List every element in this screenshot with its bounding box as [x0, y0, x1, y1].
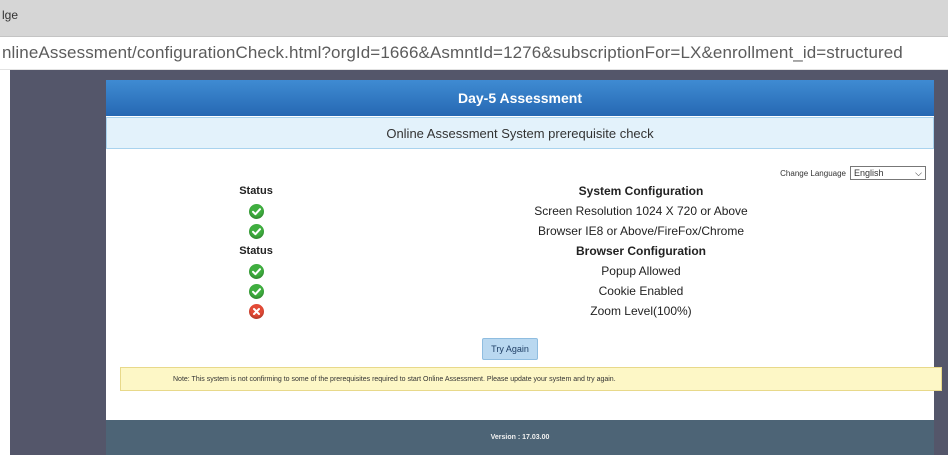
status-cell [206, 201, 306, 221]
url-text[interactable]: nlineAssessment/configurationCheck.html?… [2, 43, 903, 63]
system-header-row: Status System Configuration [106, 181, 934, 201]
section-heading-label: Browser Configuration [575, 244, 706, 258]
check-row-zoom: Zoom Level(100%) [106, 301, 934, 321]
check-label: Popup Allowed [601, 264, 681, 278]
check-label: Browser IE8 or Above/FireFox/Chrome [537, 224, 745, 238]
page-subtitle: Online Assessment System prerequisite ch… [106, 117, 934, 149]
check-row-cookie: Cookie Enabled [106, 281, 934, 301]
status-cell [206, 261, 306, 281]
check-row-browser-version: Browser IE8 or Above/FireFox/Chrome [106, 221, 934, 241]
address-bar[interactable]: nlineAssessment/configurationCheck.html?… [0, 37, 948, 70]
status-cell [206, 281, 306, 301]
page-title: Day-5 Assessment [106, 80, 934, 116]
status-heading-label: Status [239, 185, 273, 197]
browser-titlebar: lge [0, 0, 948, 37]
browser-header-row: Status Browser Configuration [106, 241, 934, 261]
try-again-button[interactable]: Try Again [482, 338, 538, 360]
version-text: Version : 17.03.00 [490, 434, 550, 441]
language-selected-value: English [854, 168, 884, 178]
x-circle-icon [248, 303, 264, 319]
browser-configuration-heading: Browser Configuration [486, 241, 796, 261]
chevron-down-icon: ⌵ [915, 167, 922, 178]
system-configuration-heading: System Configuration [486, 181, 796, 201]
language-select[interactable]: English ⌵ [850, 166, 926, 180]
warning-note: Note: This system is not confirming to s… [120, 367, 942, 391]
check-row-popup: Popup Allowed [106, 261, 934, 281]
language-label: Change Language [780, 168, 846, 178]
check-circle-icon [248, 223, 264, 239]
section-heading-label: System Configuration [578, 184, 704, 198]
check-circle-icon [248, 283, 264, 299]
version-footer: Version : 17.03.00 [106, 420, 934, 455]
check-label: Screen Resolution 1024 X 720 or Above [534, 204, 748, 218]
status-cell [206, 221, 306, 241]
status-heading: Status [206, 241, 306, 261]
check-circle-icon [248, 263, 264, 279]
language-selector: Change Language English ⌵ [780, 166, 926, 180]
check-circle-icon [248, 203, 264, 219]
check-row-screen-resolution: Screen Resolution 1024 X 720 or Above [106, 201, 934, 221]
assessment-card: Day-5 Assessment Online Assessment Syste… [106, 80, 942, 455]
check-label: Cookie Enabled [598, 284, 684, 298]
window-title: lge [2, 8, 19, 22]
check-label: Zoom Level(100%) [590, 304, 692, 318]
status-heading-label: Status [239, 245, 273, 257]
status-heading: Status [206, 181, 306, 201]
status-cell [206, 301, 306, 321]
